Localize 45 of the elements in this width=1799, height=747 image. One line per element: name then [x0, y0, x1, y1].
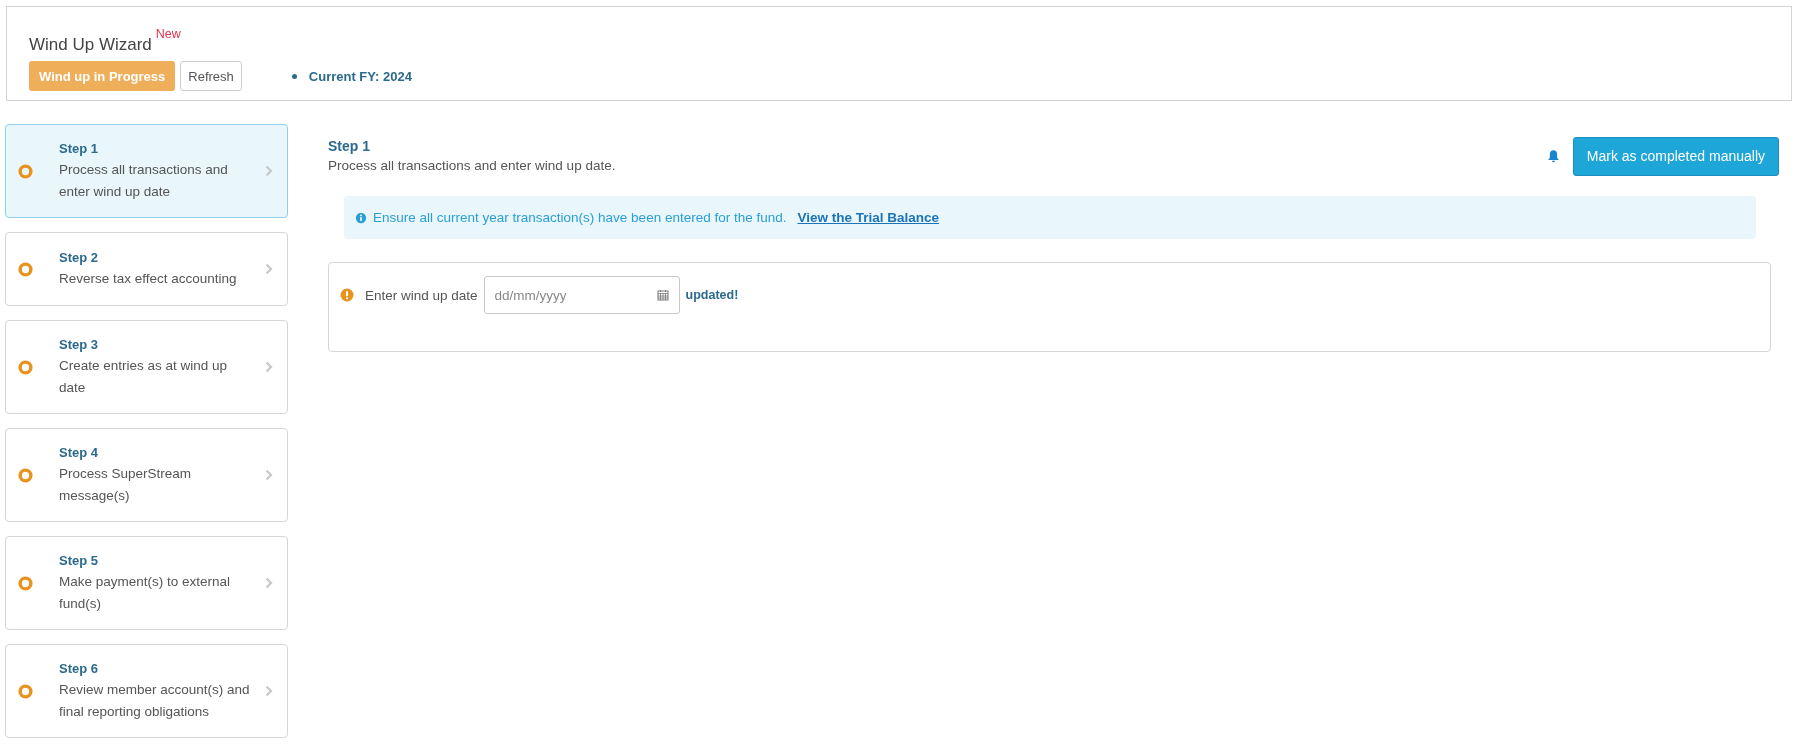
step-item[interactable]: Step 1 Process all transactions and enter wind up date	[5, 124, 288, 218]
chevron-right-icon	[265, 469, 273, 481]
step-title: Step 6	[59, 660, 99, 678]
step-item[interactable]: Step 2 Reverse tax effect accounting	[5, 232, 288, 306]
current-fy-label: Current FY: 2024	[291, 68, 412, 84]
new-label: New	[155, 27, 181, 41]
step-heading: Step 1	[328, 137, 371, 156]
chevron-right-icon	[265, 685, 273, 697]
trial-balance-link[interactable]: View the Trial Balance	[797, 210, 940, 225]
step-title: Step 2	[59, 249, 99, 267]
info-message: Ensure all current year transaction(s) have been entered for the fund.	[373, 210, 787, 225]
bell-icon[interactable]	[1545, 148, 1561, 164]
pending-status-icon	[18, 575, 33, 591]
updated-status: updated!	[685, 288, 739, 302]
step-description: Make payment(s) to external fund(s)	[59, 573, 232, 613]
calendar-icon[interactable]	[656, 289, 669, 301]
warning-icon	[340, 288, 354, 302]
step-item[interactable]: Step 5 Make payment(s) to external fund(s)	[5, 536, 288, 630]
step-description: Process all transactions and enter wind up date	[59, 161, 229, 201]
info-icon	[355, 211, 367, 224]
chevron-right-icon	[265, 165, 273, 177]
chevron-right-icon	[265, 361, 273, 373]
step-title: Step 4	[59, 444, 99, 462]
step-description: Review member account(s) and final reporting obligations	[59, 681, 251, 721]
step-description: Create entries as at wind up date	[59, 357, 229, 397]
refresh-button[interactable]: Refresh	[180, 61, 242, 91]
step-title: Step 5	[59, 552, 99, 570]
step-title: Step 3	[59, 336, 99, 354]
page-title: Wind Up Wizard	[29, 35, 152, 55]
step-description: Process SuperStream message(s)	[59, 465, 193, 505]
step-item[interactable]: Step 3 Create entries as at wind up date	[5, 320, 288, 414]
step-description: Reverse tax effect accounting	[59, 270, 238, 288]
step-item[interactable]: Step 4 Process SuperStream message(s)	[5, 428, 288, 522]
chevron-right-icon	[265, 577, 273, 589]
date-input-field[interactable]: dd/mm/yyyy	[483, 276, 680, 314]
pending-status-icon	[18, 163, 33, 179]
pending-status-icon	[18, 261, 33, 277]
step-subtitle: Process all transactions and enter wind up date.	[328, 157, 617, 175]
step-title: Step 1	[59, 140, 99, 158]
pending-status-icon	[18, 683, 33, 699]
pending-status-icon	[18, 359, 33, 375]
step-item[interactable]: Step 6 Review member account(s) and final reporting obligations	[5, 644, 288, 738]
field-label: Enter wind up date	[365, 287, 478, 303]
pending-status-icon	[18, 467, 33, 483]
chevron-right-icon	[265, 263, 273, 275]
